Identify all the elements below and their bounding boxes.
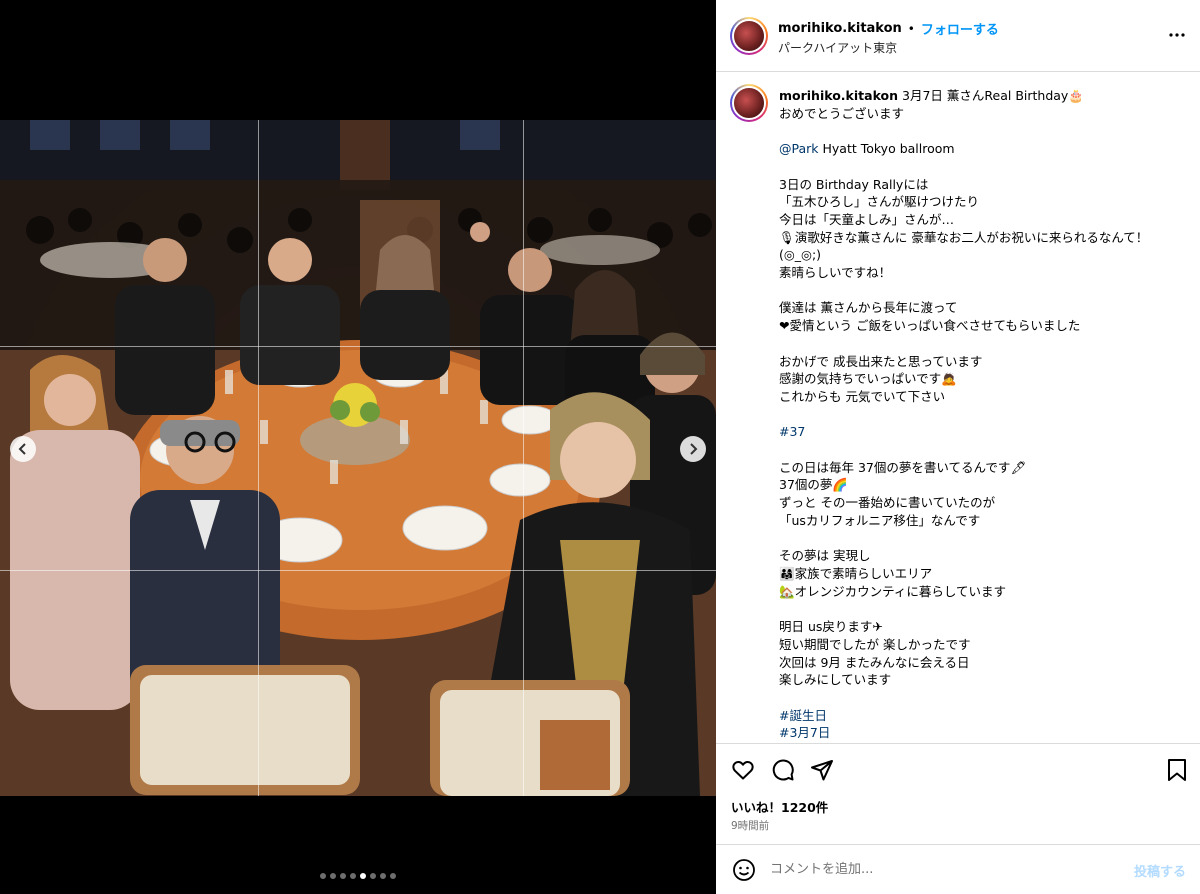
- caption-line: この日は毎年 37個の夢を書いてるんです🖋: [779, 459, 1027, 475]
- caption-line: 🎙演歌好きな薫さんに 豪華なお二人がお祝いに来られるなんて！(◎_◎;): [779, 229, 1149, 263]
- likes-count[interactable]: いいね！1220件: [731, 797, 828, 816]
- carousel-dot: [340, 873, 346, 879]
- heart-icon[interactable]: [731, 758, 755, 782]
- caption-line: おめでとうございます: [779, 105, 905, 121]
- hashtag-link[interactable]: #誕生日: [779, 708, 827, 723]
- share-icon[interactable]: [810, 758, 834, 782]
- avatar[interactable]: [730, 84, 768, 122]
- caption-line: 素晴らしいですね！: [779, 265, 892, 281]
- caption-line: 僕達は 薫さんから長年に渡って: [779, 300, 958, 316]
- post-media: [0, 0, 716, 894]
- caption-line: 37個の夢🌈: [779, 477, 848, 493]
- caption-line: 3日の Birthday Rallyには: [779, 176, 929, 192]
- prev-photo-button[interactable]: [10, 436, 36, 462]
- caption-line: 「五木ひろし」さんが駆けつけたり: [779, 194, 980, 210]
- action-bar: いいね！1220件 9時間前 投稿する: [716, 743, 1200, 893]
- comment-icon[interactable]: [771, 758, 795, 782]
- grid-line: [523, 120, 524, 796]
- caption-line: おかげで 成長出来たと思っています: [779, 353, 983, 369]
- grid-line: [258, 120, 259, 796]
- caption-line: ❤愛情という ご飯をいっぱい食べさせてもらいました: [779, 318, 1081, 334]
- next-photo-button[interactable]: [680, 436, 706, 462]
- caption-line: 👨‍👩‍👧家族で素晴らしいエリア: [779, 565, 933, 581]
- grid-line: [0, 570, 716, 571]
- caption-line: 今日は「天童よしみ」さんが…: [779, 211, 955, 227]
- carousel-dot: [370, 873, 376, 879]
- carousel-dot: [390, 873, 396, 879]
- caption-line: 明日 us戻ります✈: [779, 619, 883, 635]
- caption-date: 3月7日: [902, 88, 943, 103]
- caption-line: 次回は 9月 またみんなに会える日: [779, 654, 970, 670]
- grid-line: [0, 346, 716, 347]
- caption-first-line: 薫さんReal Birthday🎂: [946, 88, 1084, 103]
- location-link[interactable]: パークハイアット東京: [778, 39, 897, 56]
- caption-line: 楽しみにしています: [779, 672, 892, 688]
- caption-area: morihiko.kitakon 3月7日 薫さんReal Birthday🎂 …: [716, 73, 1200, 743]
- prev-arrow-icon: [18, 443, 26, 455]
- comment-bar: 投稿する: [716, 844, 1200, 894]
- caption-line: これからも 元気でいて下さい: [779, 388, 946, 404]
- carousel-dot: [350, 873, 356, 879]
- carousel-dot: [320, 873, 326, 879]
- post-photo: [0, 120, 716, 796]
- comment-input[interactable]: [770, 857, 1110, 881]
- carousel-dot: [330, 873, 336, 879]
- carousel-indicator: [0, 873, 716, 879]
- next-arrow-icon: [690, 443, 698, 455]
- timestamp[interactable]: 9時間前: [731, 818, 769, 833]
- post-header: morihiko.kitakon • フォローする パークハイアット東京: [716, 0, 1200, 72]
- caption-line: 感謝の気持ちでいっぱいです🙇: [779, 371, 957, 387]
- carousel-dot: [380, 873, 386, 879]
- emoji-icon[interactable]: [732, 858, 756, 882]
- hashtag-link[interactable]: #3月7日: [779, 725, 830, 740]
- caption-line: その夢は 実現し: [779, 548, 871, 564]
- mention-rest: Hyatt Tokyo ballroom: [818, 141, 955, 157]
- post-sidebar: morihiko.kitakon • フォローする パークハイアット東京 mor…: [716, 0, 1200, 894]
- more-icon[interactable]: [1168, 26, 1186, 44]
- banquet-photo: [0, 120, 716, 796]
- avatar[interactable]: [730, 17, 768, 55]
- username[interactable]: morihiko.kitakon: [778, 21, 902, 36]
- caption-line: 🏡オレンジカウンティに暮らしています: [779, 583, 1006, 599]
- caption: morihiko.kitakon 3月7日 薫さんReal Birthday🎂 …: [779, 87, 1179, 742]
- post-comment-button[interactable]: 投稿する: [1134, 861, 1186, 880]
- follow-button[interactable]: フォローする: [921, 19, 999, 38]
- hashtag-link[interactable]: #37: [779, 424, 805, 439]
- bookmark-icon[interactable]: [1166, 758, 1188, 782]
- carousel-dot-active: [360, 873, 366, 879]
- separator: •: [907, 21, 915, 36]
- mention-link[interactable]: @Park: [779, 141, 819, 156]
- caption-line: 「usカリフォルニア移住」なんです: [779, 512, 981, 528]
- caption-username[interactable]: morihiko.kitakon: [779, 88, 898, 103]
- caption-line: 短い期間でしたが 楽しかったです: [779, 636, 971, 652]
- caption-line: ずっと その一番始めに書いていたのが: [779, 495, 996, 511]
